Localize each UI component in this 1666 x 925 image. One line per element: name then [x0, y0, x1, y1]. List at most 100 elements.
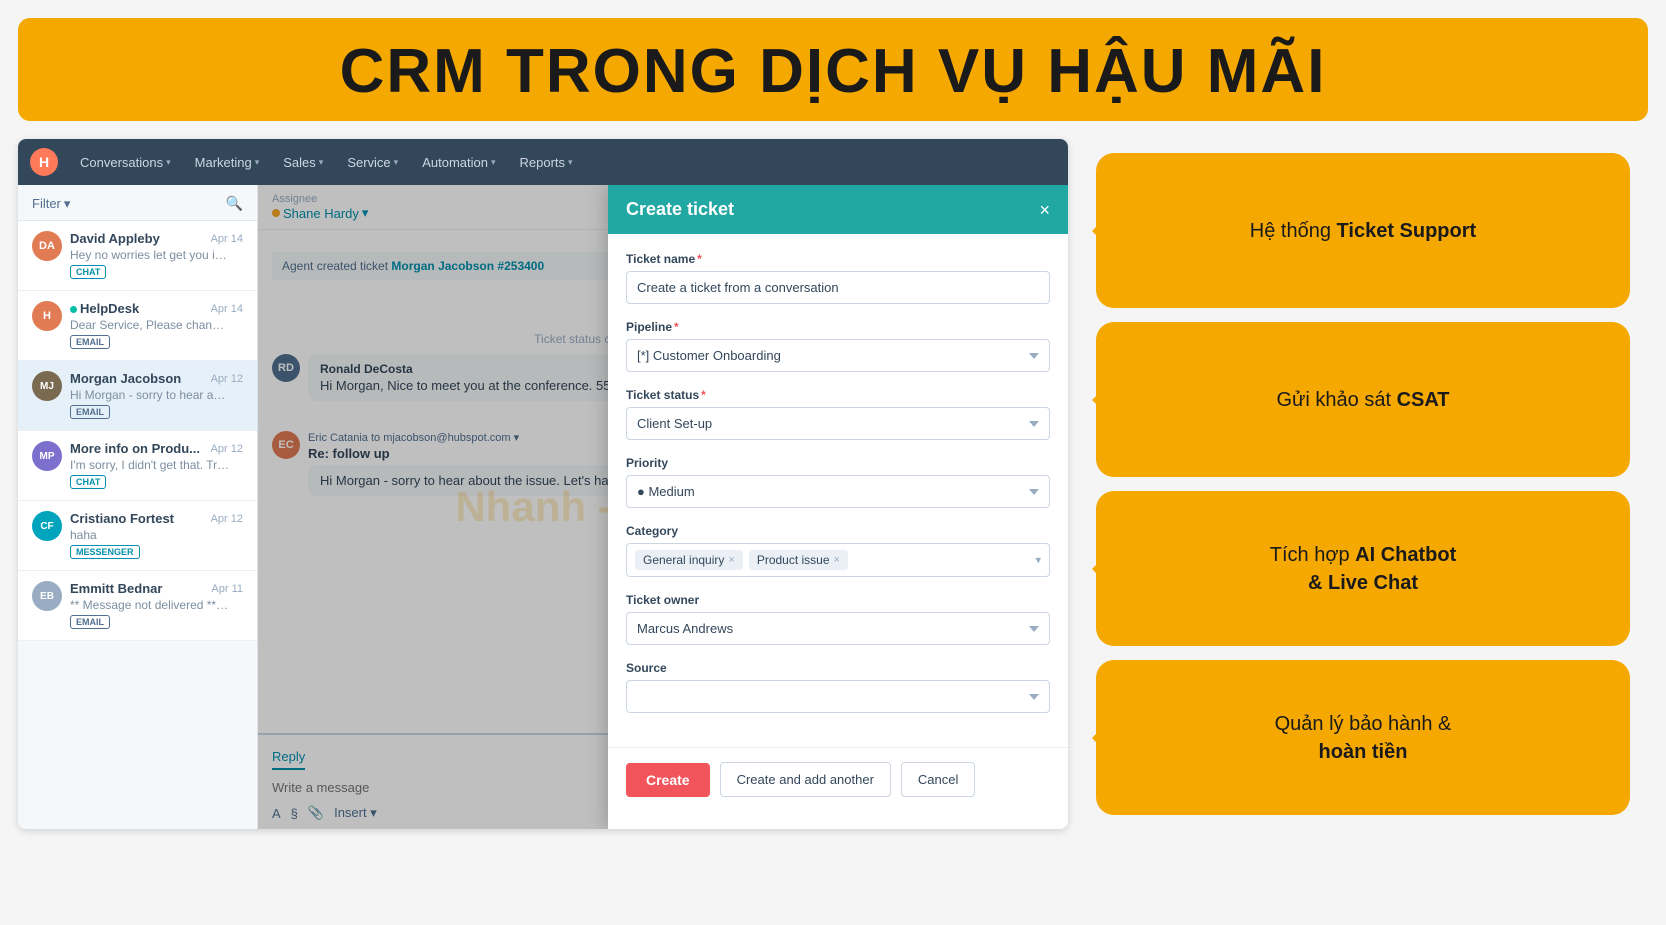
list-item[interactable]: CF Cristiano Fortest Apr 12 haha MESSENG… — [18, 501, 257, 571]
conv-badge: EMAIL — [70, 335, 110, 349]
nav-conversations[interactable]: Conversations ▾ — [70, 149, 181, 176]
create-add-another-button[interactable]: Create and add another — [720, 762, 891, 797]
conv-badge: EMAIL — [70, 615, 110, 629]
info-card-text: Quản lý bảo hành &hoàn tiền — [1275, 710, 1452, 766]
info-card-ticket: Hệ thống Ticket Support — [1096, 153, 1630, 308]
ticket-status-group: Ticket status* Client Set-up New — [626, 388, 1050, 440]
avatar: CF — [32, 511, 62, 541]
conv-date: Apr 12 — [211, 373, 243, 385]
remove-tag-button[interactable]: × — [728, 554, 734, 566]
modal-header: Create ticket × — [608, 185, 1068, 234]
chevron-down-icon: ▾ — [64, 196, 71, 212]
ticket-status-select[interactable]: Client Set-up New — [626, 407, 1050, 440]
chevron-down-icon: ▾ — [319, 157, 324, 168]
ticket-name-label: Ticket name* — [626, 252, 1050, 266]
content-area: Filter ▾ 🔍 DA David Appleby Apr 14 — [18, 185, 1068, 829]
chevron-down-icon: ▾ — [255, 157, 260, 168]
contact-name: Morgan Jacobson — [70, 371, 181, 386]
conv-preview: Hi Morgan - sorry to hear about th... — [70, 388, 230, 402]
conv-preview: haha — [70, 528, 230, 542]
filter-button[interactable]: Filter ▾ — [32, 196, 70, 212]
create-ticket-modal: Create ticket × Ticket name* — [608, 185, 1068, 829]
header-banner: CRM TRONG DỊCH VỤ HẬU MÃI — [18, 18, 1648, 121]
remove-tag-button[interactable]: × — [834, 554, 840, 566]
list-item[interactable]: H HelpDesk Apr 14 Dear Service, Please c… — [18, 291, 257, 361]
info-card-warranty: Quản lý bảo hành &hoàn tiền — [1096, 660, 1630, 815]
contact-name: More info on Produ... — [70, 441, 200, 456]
search-button[interactable]: 🔍 — [226, 195, 243, 212]
cancel-button[interactable]: Cancel — [901, 762, 975, 797]
main-content: H Conversations ▾ Marketing ▾ Sales ▾ Se… — [18, 139, 1648, 829]
modal-close-button[interactable]: × — [1039, 201, 1050, 219]
contact-name: Emmitt Bednar — [70, 581, 162, 596]
conv-preview: Hey no worries let get you in cont... — [70, 248, 230, 262]
ticket-status-label: Ticket status* — [626, 388, 1050, 402]
category-tag: Product issue × — [749, 550, 848, 570]
priority-group: Priority ● Medium ● Low ● High — [626, 456, 1050, 508]
pipeline-label: Pipeline* — [626, 320, 1050, 334]
avatar: H — [32, 301, 62, 331]
contact-name: Cristiano Fortest — [70, 511, 174, 526]
modal-title: Create ticket — [626, 199, 734, 220]
conv-date: Apr 11 — [211, 583, 243, 595]
chevron-down-icon: ▾ — [1035, 554, 1041, 567]
svg-text:H: H — [39, 154, 49, 170]
conv-date: Apr 14 — [211, 303, 243, 315]
conv-date: Apr 12 — [211, 443, 243, 455]
ticket-owner-label: Ticket owner — [626, 593, 1050, 607]
nav-marketing[interactable]: Marketing ▾ — [185, 149, 270, 176]
info-card-text: Tích hợp AI Chatbot& Live Chat — [1270, 541, 1456, 597]
conv-date: Apr 14 — [211, 233, 243, 245]
conv-badge: CHAT — [70, 265, 106, 279]
nav-reports[interactable]: Reports ▾ — [510, 149, 583, 176]
category-tags-container[interactable]: General inquiry × Product issue × ▾ — [626, 543, 1050, 577]
conv-preview: I'm sorry, I didn't get that. Try aga... — [70, 458, 230, 472]
pipeline-group: Pipeline* [*] Customer Onboarding Suppor… — [626, 320, 1050, 372]
pipeline-select[interactable]: [*] Customer Onboarding Support Pipeline — [626, 339, 1050, 372]
chevron-down-icon: ▾ — [568, 157, 573, 168]
avatar: EB — [32, 581, 62, 611]
ticket-owner-select[interactable]: Marcus Andrews — [626, 612, 1050, 645]
ticket-name-input[interactable] — [626, 271, 1050, 304]
source-group: Source — [626, 661, 1050, 713]
source-select[interactable] — [626, 680, 1050, 713]
create-button[interactable]: Create — [626, 763, 710, 797]
contact-name: David Appleby — [70, 231, 160, 246]
conv-preview: ** Message not delivered ** Y... — [70, 598, 230, 612]
sidebar-filter: Filter ▾ 🔍 — [18, 185, 257, 221]
list-item[interactable]: EB Emmitt Bednar Apr 11 ** Message not d… — [18, 571, 257, 641]
priority-label: Priority — [626, 456, 1050, 470]
conv-preview: Dear Service, Please change your... — [70, 318, 230, 332]
modal-body: Ticket name* Pipeline* [*] Custom — [608, 234, 1068, 747]
crm-panel: H Conversations ▾ Marketing ▾ Sales ▾ Se… — [18, 139, 1068, 829]
chevron-down-icon: ▾ — [394, 157, 399, 168]
category-group: Category General inquiry × Product issue… — [626, 524, 1050, 577]
info-card-ai: Tích hợp AI Chatbot& Live Chat — [1096, 491, 1630, 646]
page-title: CRM TRONG DỊCH VỤ HẬU MÃI — [18, 36, 1648, 107]
list-item[interactable]: DA David Appleby Apr 14 Hey no worries l… — [18, 221, 257, 291]
modal-footer: Create Create and add another Cancel — [608, 747, 1068, 811]
priority-select[interactable]: ● Medium ● Low ● High — [626, 475, 1050, 508]
info-card-text: Hệ thống Ticket Support — [1250, 217, 1476, 245]
list-item[interactable]: MJ Morgan Jacobson Apr 12 Hi Morgan - so… — [18, 361, 257, 431]
info-panel: Hệ thống Ticket Support Gửi khảo sát CSA… — [1068, 139, 1648, 829]
source-label: Source — [626, 661, 1050, 675]
conv-detail: Assignee Shane Hardy ▾ Agent created tic… — [258, 185, 1068, 829]
modal-overlay: Create ticket × Ticket name* — [258, 185, 1068, 829]
conv-date: Apr 12 — [211, 513, 243, 525]
nav-automation[interactable]: Automation ▾ — [412, 149, 505, 176]
conv-badge: EMAIL — [70, 405, 110, 419]
avatar: DA — [32, 231, 62, 261]
nav-service[interactable]: Service ▾ — [337, 149, 408, 176]
avatar: MJ — [32, 371, 62, 401]
nav-sales[interactable]: Sales ▾ — [273, 149, 333, 176]
nav-bar: H Conversations ▾ Marketing ▾ Sales ▾ Se… — [18, 139, 1068, 185]
info-card-csat: Gửi khảo sát CSAT — [1096, 322, 1630, 477]
ticket-owner-group: Ticket owner Marcus Andrews — [626, 593, 1050, 645]
category-tag: General inquiry × — [635, 550, 743, 570]
sidebar-list: Filter ▾ 🔍 DA David Appleby Apr 14 — [18, 185, 258, 829]
list-item[interactable]: MP More info on Produ... Apr 12 I'm sorr… — [18, 431, 257, 501]
ticket-name-group: Ticket name* — [626, 252, 1050, 304]
hubspot-logo: H — [30, 148, 58, 176]
chevron-down-icon: ▾ — [491, 157, 496, 168]
